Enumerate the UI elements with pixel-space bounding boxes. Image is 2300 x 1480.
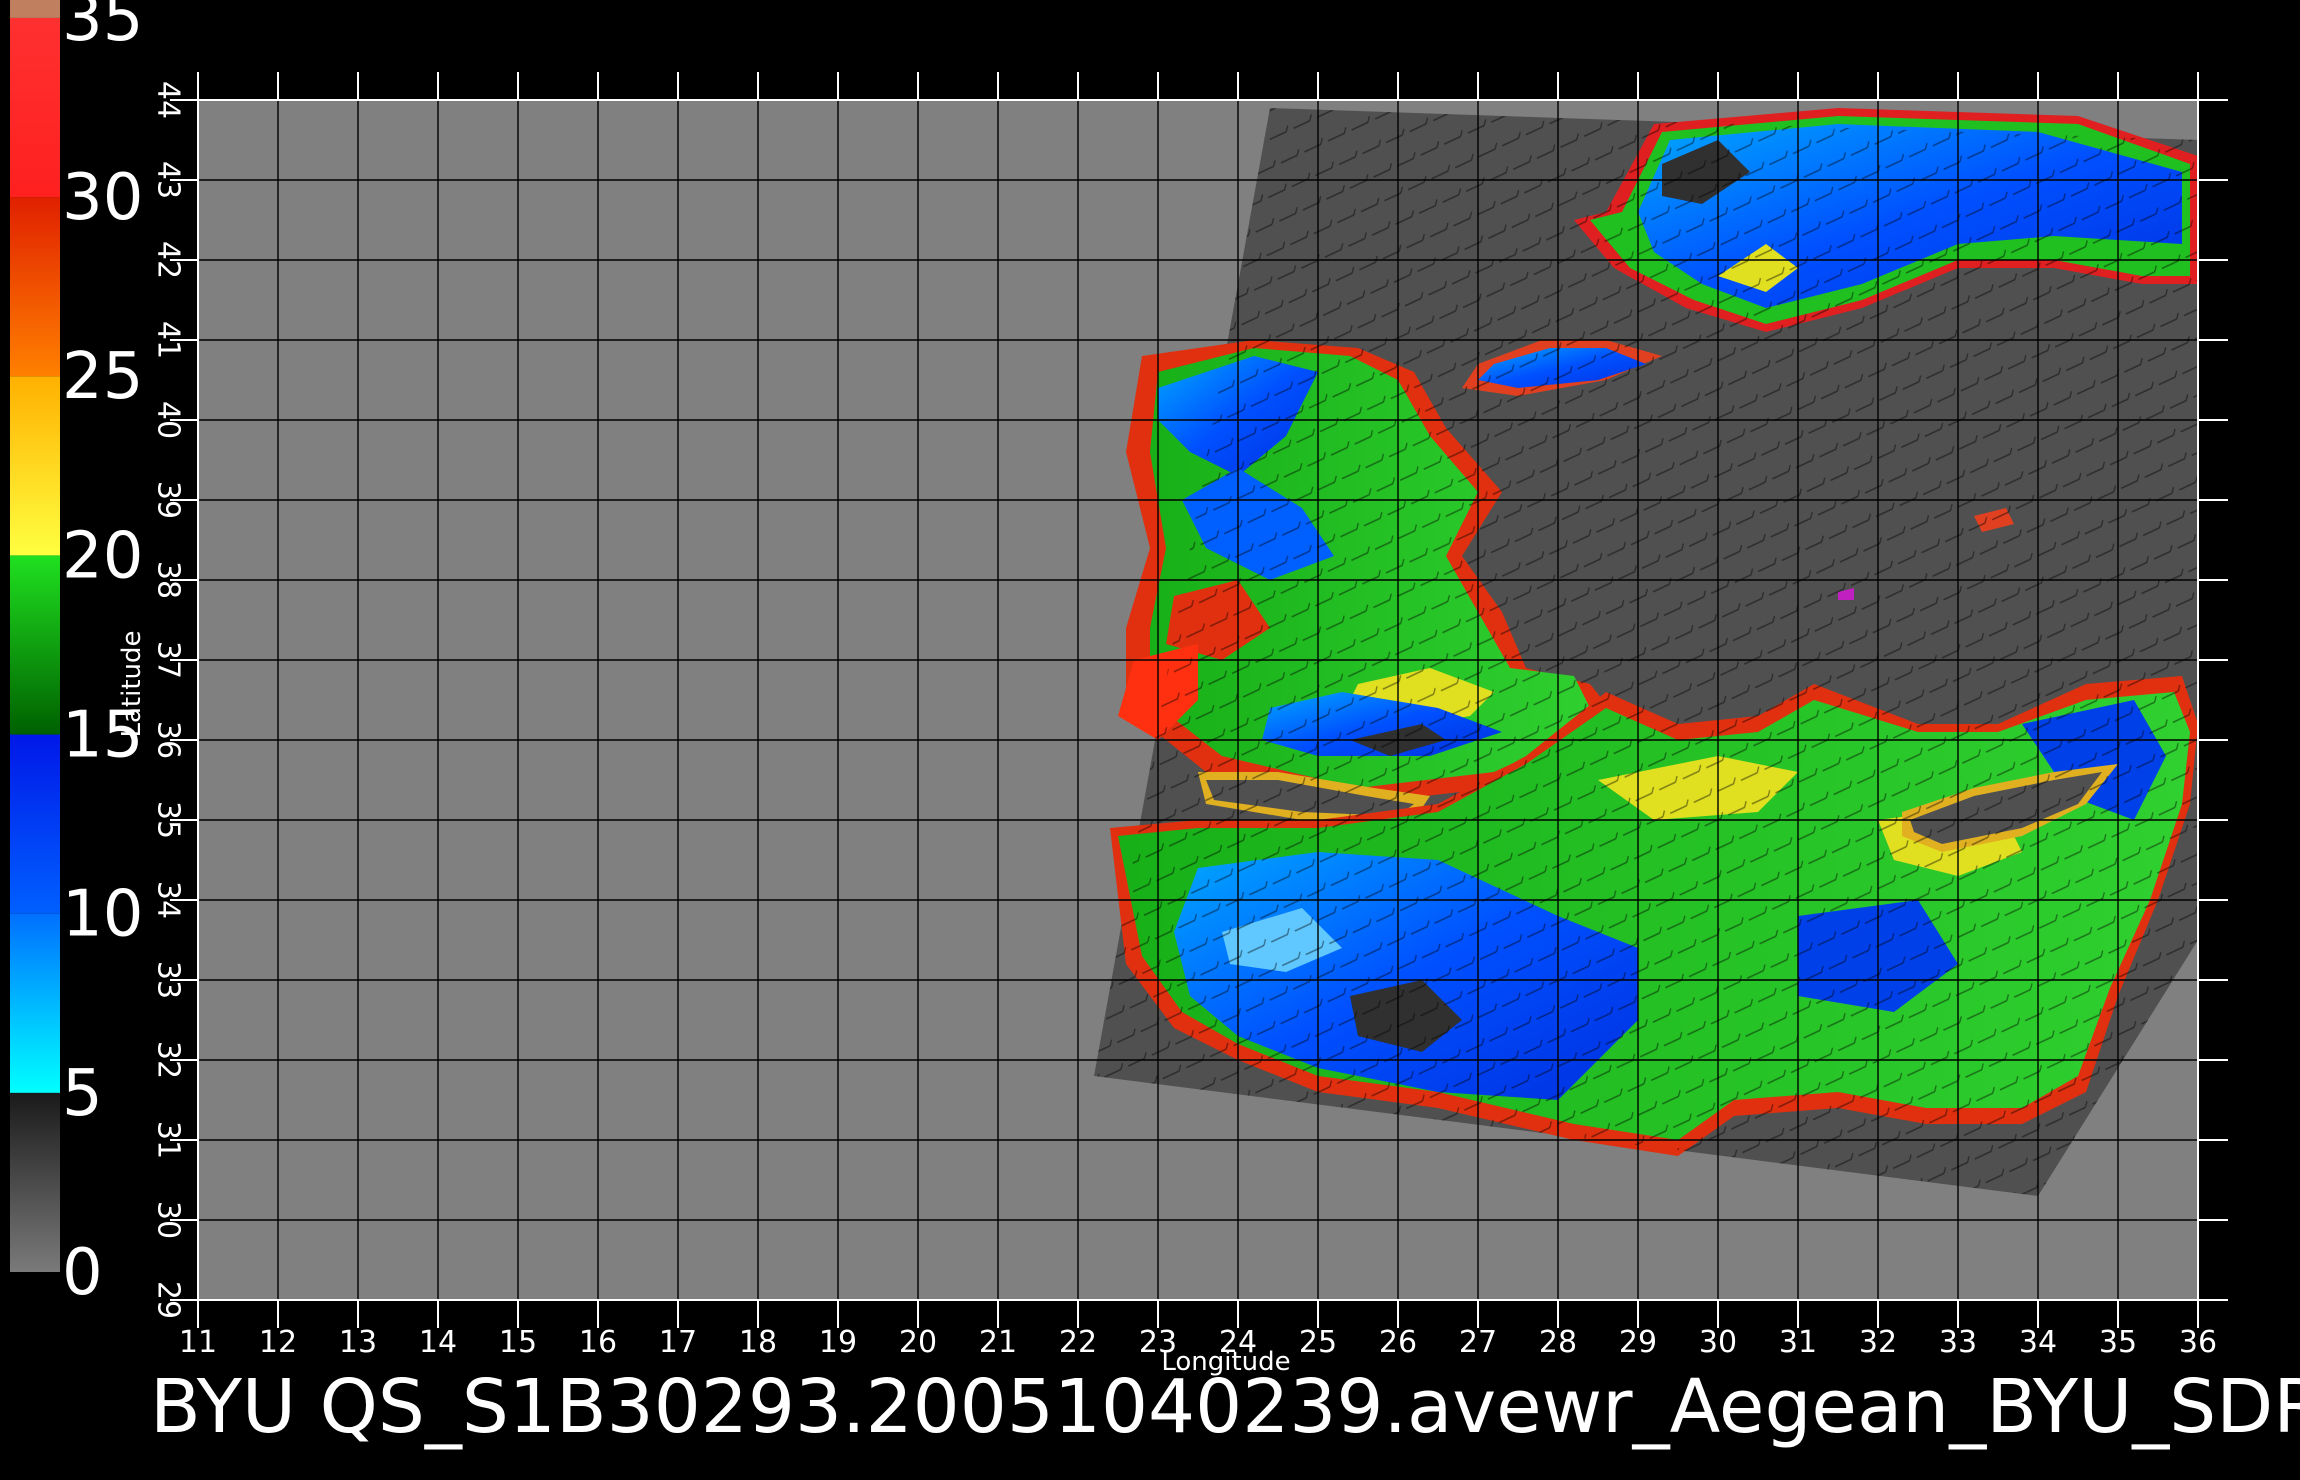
colorbar-segment — [10, 197, 60, 377]
lat-tick-label: 35 — [151, 801, 186, 839]
lon-tick-label: 33 — [1939, 1325, 1977, 1360]
colorbar-tick-label: 25 — [62, 340, 143, 414]
lat-tick-label: 38 — [151, 561, 186, 599]
wind-speed-field — [1094, 108, 2198, 1196]
colorbar-tick-label: 5 — [62, 1057, 103, 1131]
lon-tick-label: 19 — [819, 1325, 857, 1360]
lon-tick-label: 29 — [1619, 1325, 1657, 1360]
lon-tick-label: 21 — [979, 1325, 1017, 1360]
colorbar-segment — [10, 734, 60, 914]
lat-tick-label: 42 — [151, 241, 186, 279]
lat-tick-label: 29 — [151, 1281, 186, 1319]
colorbar-tick-label: 30 — [62, 161, 143, 235]
wind-speed-map-figure: 05101520253035 11 12 13 14 15 16 17 18 19 20 21 22 2… — [10, 0, 2300, 1450]
lon-tick-label: 22 — [1059, 1325, 1097, 1360]
lon-tick-label: 31 — [1779, 1325, 1817, 1360]
colorbar-segment — [10, 1092, 60, 1272]
map-panel: 11 12 13 14 15 16 17 18 19 20 21 22 23 24 25 26 27 28 29 30… — [117, 72, 2228, 1377]
lat-tick-label: 41 — [151, 321, 186, 359]
lon-tick-label: 30 — [1699, 1325, 1737, 1360]
lon-tick-label: 16 — [579, 1325, 617, 1360]
lon-tick-label: 13 — [339, 1325, 377, 1360]
colorbar-segment — [10, 555, 60, 735]
lat-tick-label: 30 — [151, 1201, 186, 1239]
lon-tick-label: 15 — [499, 1325, 537, 1360]
lon-tick-label: 12 — [259, 1325, 297, 1360]
colorbar-tick-label: 35 — [62, 0, 143, 56]
lon-tick-label: 36 — [2179, 1325, 2217, 1360]
latitude-ticks: 29 30 31 32 33 34 35 36 37 38 39 40 41 42 43 44 — [151, 81, 186, 1319]
lat-tick-label: 37 — [151, 641, 186, 679]
lon-tick-label: 11 — [179, 1325, 217, 1360]
lon-tick-label: 32 — [1859, 1325, 1897, 1360]
lat-tick-label: 31 — [151, 1121, 186, 1159]
lon-tick-label: 14 — [419, 1325, 457, 1360]
lat-tick-label: 39 — [151, 481, 186, 519]
colorbar-tick-label: 20 — [62, 519, 143, 593]
colorbar-segment — [10, 17, 60, 198]
colorbar-segment — [10, 376, 60, 556]
colorbar-tick-label: 10 — [62, 878, 143, 952]
lon-tick-label: 26 — [1379, 1325, 1417, 1360]
y-axis-label: Latitude — [117, 630, 147, 737]
colorbar-segment — [10, 0, 60, 18]
lon-tick-label: 28 — [1539, 1325, 1577, 1360]
lon-tick-label: 34 — [2019, 1325, 2057, 1360]
lon-tick-label: 35 — [2099, 1325, 2137, 1360]
lat-tick-label: 33 — [151, 961, 186, 999]
colorbar-segment — [10, 913, 60, 1093]
lon-tick-label: 18 — [739, 1325, 777, 1360]
figure-title: BYU QS_S1B30293.20051040239.avewr_Aegean… — [150, 1364, 2300, 1450]
lon-tick-label: 25 — [1299, 1325, 1337, 1360]
lat-tick-label: 32 — [151, 1041, 186, 1079]
lat-tick-label: 44 — [151, 81, 186, 119]
lon-tick-label: 20 — [899, 1325, 937, 1360]
colorbar-tick-label: 0 — [62, 1236, 103, 1310]
lat-tick-label: 34 — [151, 881, 186, 919]
lon-tick-label: 27 — [1459, 1325, 1497, 1360]
lat-tick-label: 43 — [151, 161, 186, 199]
lon-tick-label: 17 — [659, 1325, 697, 1360]
lat-tick-label: 40 — [151, 401, 186, 439]
lat-tick-label: 36 — [151, 721, 186, 759]
wind-vectors — [1094, 108, 2198, 1196]
